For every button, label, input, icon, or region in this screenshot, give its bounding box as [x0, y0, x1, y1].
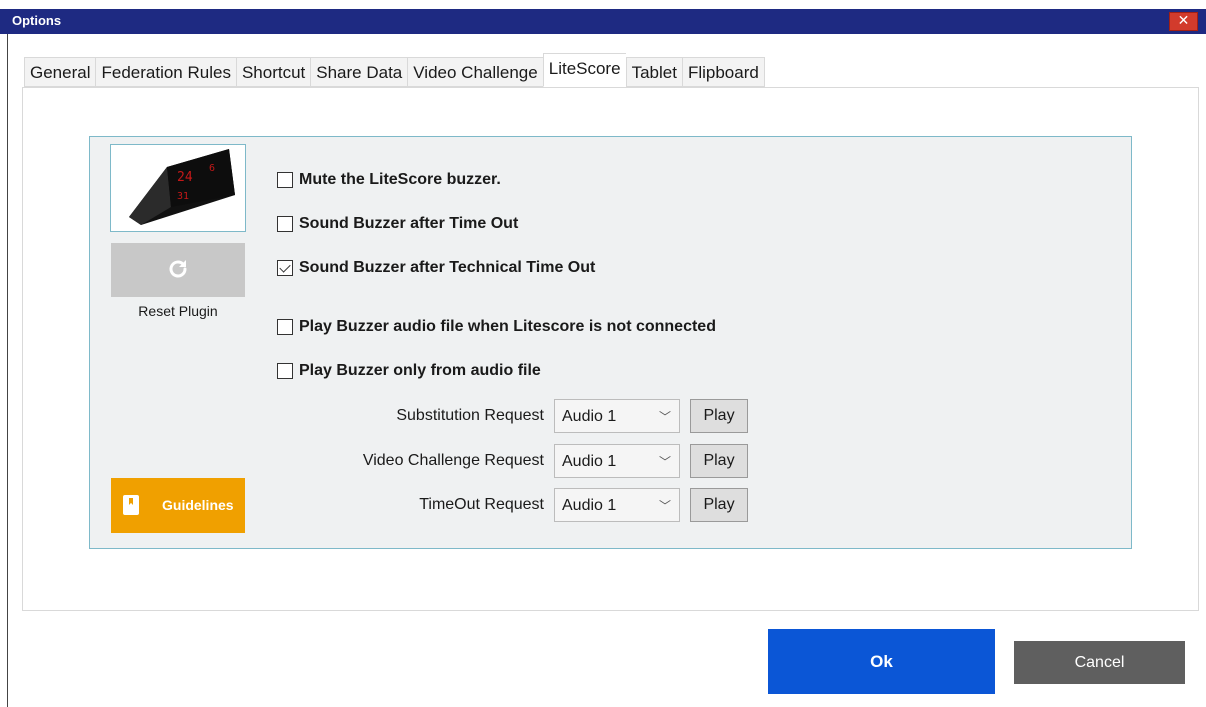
reset-plugin-button[interactable]	[111, 243, 245, 297]
video-challenge-play-button[interactable]: Play	[690, 444, 748, 478]
title-bar: Options ✕	[0, 9, 1206, 34]
chevron-down-icon: ﹀	[658, 410, 671, 424]
tab-federation-rules[interactable]: Federation Rules	[95, 57, 236, 87]
timeout-request-value: Audio 1	[562, 497, 617, 514]
video-challenge-request-select[interactable]: Audio 1 ﹀	[554, 444, 680, 478]
play-audio-when-disconnected-checkbox[interactable]	[277, 319, 293, 335]
timeout-request-row: TimeOut Request Audio 1 ﹀ Play	[300, 487, 760, 523]
play-audio-only-checkbox[interactable]	[277, 363, 293, 379]
tab-share-data[interactable]: Share Data	[310, 57, 408, 87]
substitution-request-select[interactable]: Audio 1 ﹀	[554, 399, 680, 433]
tab-shortcut[interactable]: Shortcut	[235, 57, 311, 87]
tab-bar: General Federation Rules Shortcut Share …	[24, 53, 765, 87]
buzzer-after-timeout-checkbox-row[interactable]: Sound Buzzer after Time Out	[277, 215, 518, 233]
guidelines-label: Guidelines	[162, 497, 234, 513]
buzzer-after-timeout-label: Sound Buzzer after Time Out	[299, 215, 519, 232]
mute-buzzer-label: Mute the LiteScore buzzer.	[299, 171, 501, 188]
svg-text:31: 31	[177, 191, 189, 202]
cancel-button[interactable]: Cancel	[1014, 641, 1185, 684]
svg-text:6: 6	[209, 163, 215, 174]
substitution-play-button[interactable]: Play	[690, 399, 748, 433]
mute-buzzer-checkbox[interactable]	[277, 172, 293, 188]
reset-plugin-label: Reset Plugin	[138, 303, 218, 319]
litescore-device-image: 24 6 31	[110, 144, 246, 232]
tab-video-challenge[interactable]: Video Challenge	[407, 57, 543, 87]
mute-buzzer-checkbox-row[interactable]: Mute the LiteScore buzzer.	[277, 171, 501, 189]
play-audio-when-disconnected-label: Play Buzzer audio file when Litescore is…	[299, 318, 716, 335]
tab-general[interactable]: General	[24, 57, 96, 87]
chevron-down-icon: ﹀	[658, 499, 671, 513]
video-challenge-request-value: Audio 1	[562, 453, 617, 470]
close-icon: ✕	[1177, 13, 1190, 29]
substitution-request-label: Substitution Request	[396, 407, 544, 424]
timeout-play-button[interactable]: Play	[690, 488, 748, 522]
video-challenge-request-row: Video Challenge Request Audio 1 ﹀ Play	[300, 443, 760, 479]
close-button[interactable]: ✕	[1169, 12, 1198, 31]
video-challenge-request-label: Video Challenge Request	[362, 452, 544, 469]
timeout-request-label: TimeOut Request	[419, 496, 544, 513]
buzzer-after-technical-timeout-checkbox-row[interactable]: Sound Buzzer after Technical Time Out	[277, 259, 595, 277]
substitution-request-row: Substitution Request Audio 1 ﹀ Play	[300, 398, 760, 434]
tab-litescore[interactable]: LiteScore	[542, 53, 626, 87]
play-audio-when-disconnected-checkbox-row[interactable]: Play Buzzer audio file when Litescore is…	[277, 318, 716, 336]
tab-tablet[interactable]: Tablet	[625, 57, 682, 87]
chevron-down-icon: ﹀	[658, 455, 671, 469]
play-audio-only-label: Play Buzzer only from audio file	[299, 362, 541, 379]
timeout-request-select[interactable]: Audio 1 ﹀	[554, 488, 680, 522]
buzzer-after-technical-timeout-label: Sound Buzzer after Technical Time Out	[299, 259, 596, 276]
ok-button[interactable]: Ok	[768, 629, 995, 694]
window-title: Options	[12, 13, 62, 28]
window-border	[7, 34, 8, 707]
guidelines-button[interactable]: Guidelines	[111, 478, 245, 533]
buzzer-after-timeout-checkbox[interactable]	[277, 216, 293, 232]
substitution-request-value: Audio 1	[562, 408, 617, 425]
tab-flipboard[interactable]: Flipboard	[681, 57, 765, 87]
play-audio-only-checkbox-row[interactable]: Play Buzzer only from audio file	[277, 362, 541, 380]
book-icon	[123, 495, 139, 515]
svg-text:24: 24	[177, 170, 193, 185]
refresh-icon	[169, 260, 187, 278]
buzzer-after-technical-timeout-checkbox[interactable]	[277, 260, 293, 276]
